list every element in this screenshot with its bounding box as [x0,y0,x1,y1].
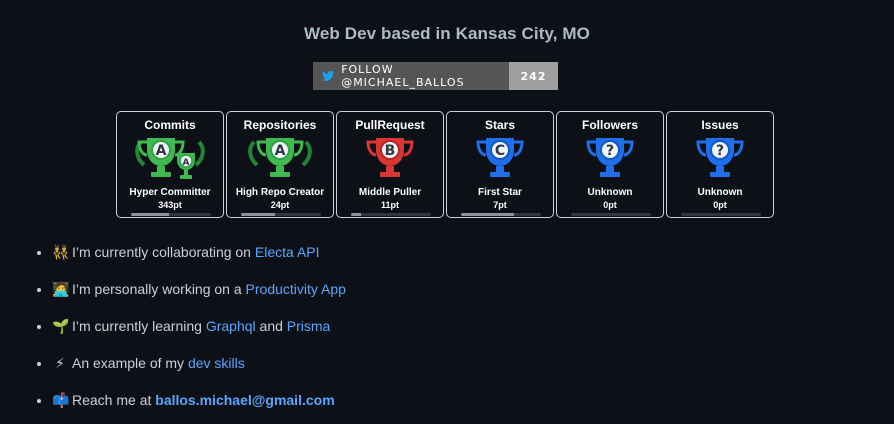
list-item-text: An example of my [72,355,188,371]
follow-badge-label: FOLLOW @MICHAEL_BALLOS [341,63,465,89]
lightning-emoji-icon: ⚡ [55,356,65,372]
trophy-name: Unknown [697,187,743,198]
followers-trophy-icon: ? [586,138,634,177]
trophy-points: 343pt [158,200,182,210]
trophy-progress-track [131,213,211,216]
trophy-progress-fill [241,213,275,216]
productivity-app-link[interactable]: Productivity App [246,281,346,297]
trophy-cup-icon: A [227,134,333,184]
trophy-card-stars[interactable]: Stars C First Star 7pt [446,111,554,218]
repository-trophy-icon: A [248,138,312,177]
trophy-points: 0pt [603,200,617,210]
list-item-conjunction: and [255,318,287,334]
twitter-bird-icon [322,70,335,81]
trophy-title: Commits [144,118,196,132]
trophy-title: PullRequest [355,118,425,132]
trophy-rank-letter: B [385,143,396,159]
trophy-title: Repositories [243,118,317,132]
trophy-title: Issues [701,118,739,132]
seedling-emoji-icon: 🌱 [52,319,70,335]
trophy-cup-icon: ? [667,134,773,184]
dev-skills-link[interactable]: dev skills [188,355,245,371]
trophy-row: Commits AA Hyper Committer 343pt Reposit… [116,111,776,218]
trophy-name: Middle Puller [358,187,422,198]
mailbox-emoji-icon: 📫 [52,393,70,409]
follow-badge-count[interactable]: 242 [509,62,558,90]
list-item-learning: 🌱I’m currently learning Graphql and Pris… [52,316,346,353]
trophy-title: Stars [484,118,516,132]
trophy-name: Unknown [587,187,633,198]
trophy-points: 7pt [493,200,507,210]
list-item-collaborating: 👯I’m currently collaborating on Electa A… [52,242,346,279]
trophy-name: Hyper Committer [129,187,211,198]
trophy-progress-fill [131,213,170,216]
technologist-emoji-icon: 🧑‍💻 [52,282,70,298]
trophy-cup-icon: C [447,134,553,184]
follow-badge-label-area[interactable]: FOLLOW @MICHAEL_BALLOS [313,62,509,90]
trophy-title: Followers [581,118,638,132]
trophy-points: 24pt [270,200,290,210]
trophy-rank-letter: A [156,143,167,159]
prisma-link[interactable]: Prisma [287,318,331,334]
trophy-rank-letter: A [275,143,286,159]
trophy-cup-icon: ? [557,134,663,184]
trophy-name: High Repo Creator [235,187,325,198]
trophy-card-commits[interactable]: Commits AA Hyper Committer 343pt [116,111,224,218]
list-item-contact: 📫Reach me at ballos.michael@gmail.com [52,390,346,424]
readme-page: Web Dev based in Kansas City, MO FOLLOW … [0,0,894,424]
bio-list: 👯I’m currently collaborating on Electa A… [32,242,346,424]
trophy-card-repositories[interactable]: Repositories A High Repo Creator 24pt [226,111,334,218]
issues-trophy-icon: ? [696,138,744,177]
trophy-points: 11pt [380,200,399,210]
trophy-progress-track [571,213,651,216]
dancers-emoji-icon: 👯 [52,245,70,261]
trophy-card-followers[interactable]: Followers ? Unknown 0pt [556,111,664,218]
trophy-card-pullrequest[interactable]: PullRequest B Middle Puller 11pt [336,111,444,218]
list-item-text: I’m currently collaborating on [72,244,255,260]
stars-trophy-icon: C [476,138,524,177]
trophy-rank-letter: A [183,158,190,168]
twitter-follow-badge[interactable]: FOLLOW @MICHAEL_BALLOS 242 [313,62,558,90]
graphql-link[interactable]: Graphql [206,318,256,334]
list-item-text: I’m currently learning [72,318,206,334]
trophy-progress-track [351,213,431,216]
pullrequest-trophy-icon: B [366,138,414,177]
trophy-progress-fill [351,213,361,216]
email-link[interactable]: ballos.michael@gmail.com [155,392,334,408]
trophy-progress-track [241,213,321,216]
trophy-progress-track [681,213,761,216]
trophy-cup-icon: AA [117,134,223,184]
list-item-text: I’m personally working on a [72,281,246,297]
trophy-rank-letter: ? [606,143,614,159]
trophy-rank-letter: C [495,143,505,159]
commit-trophy-icon: AA [135,138,205,179]
list-item-skills: ⚡ An example of my dev skills [52,353,346,390]
trophy-points: 0pt [713,200,727,210]
trophy-cup-icon: B [337,134,443,184]
trophy-name: First Star [478,187,522,198]
trophy-rank-letter: ? [716,143,724,159]
list-item-working: 🧑‍💻I’m personally working on a Productiv… [52,279,346,316]
electa-api-link[interactable]: Electa API [255,244,320,260]
list-item-text: Reach me at [72,392,156,408]
page-title: Web Dev based in Kansas City, MO [304,24,590,43]
trophy-card-issues[interactable]: Issues ? Unknown 0pt [666,111,774,218]
trophy-progress-track [461,213,541,216]
trophy-progress-fill [461,213,514,216]
